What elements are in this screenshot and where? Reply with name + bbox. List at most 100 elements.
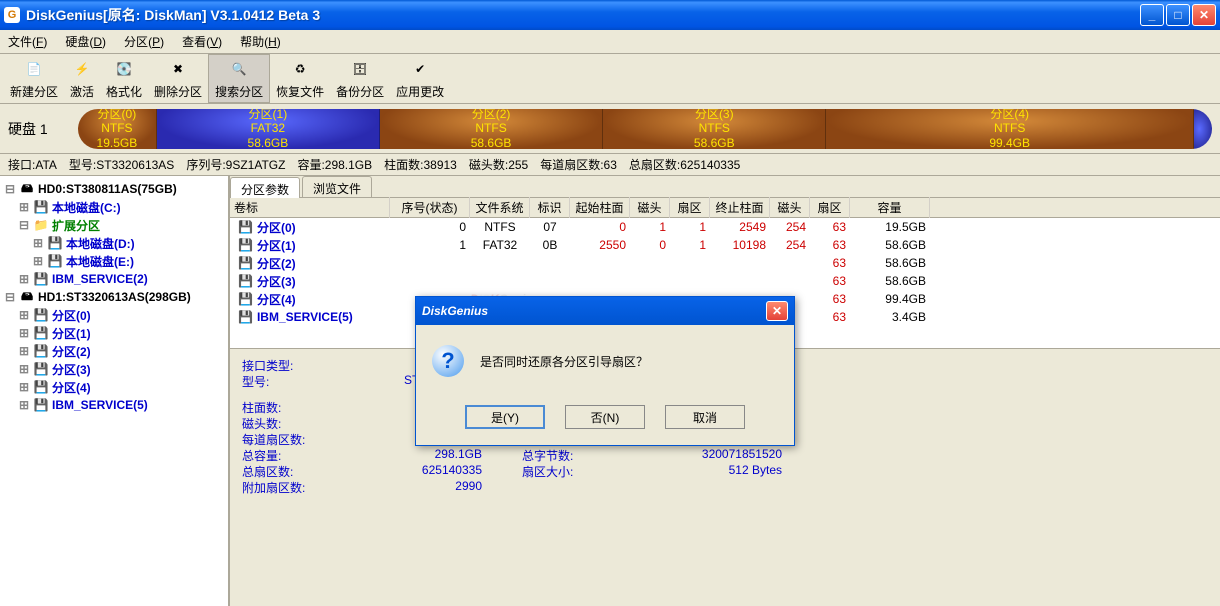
dialog-title: DiskGenius — [422, 304, 488, 318]
tree-hd0-c[interactable]: ⊞💾本地磁盘(C:) — [4, 198, 224, 216]
cylinder-cap — [1194, 109, 1212, 149]
partition-segment[interactable]: 分区(2)NTFS58.6GB — [380, 109, 603, 149]
col-head1[interactable]: 磁头 — [630, 197, 670, 218]
menu-help[interactable]: 帮助(H) — [240, 33, 281, 50]
tb-backup[interactable]: 🗄备份分区 — [330, 55, 390, 102]
backup-icon: 🗄 — [348, 57, 372, 81]
expander-icon[interactable]: ⊟ — [4, 182, 16, 196]
table-row[interactable]: 💾分区(1) 1 FAT32 0B 2550 0 1 10198 254 63 … — [230, 236, 1220, 254]
search-icon: 🔍 — [227, 57, 251, 81]
disk-map: 硬盘 1 分区(0)NTFS19.5GB分区(1)FAT3258.6GB分区(2… — [0, 104, 1220, 154]
dialog-cancel-button[interactable]: 取消 — [665, 405, 745, 429]
col-sec2[interactable]: 扇区 — [810, 197, 850, 218]
format-icon: 💽 — [112, 57, 136, 81]
table-row[interactable]: 💾分区(0) 0 NTFS 07 0 1 1 2549 254 63 19.5G… — [230, 218, 1220, 236]
dialog-close-button[interactable]: ✕ — [766, 301, 788, 321]
window-title: DiskGenius[原名: DiskMan] V3.1.0412 Beta 3 — [26, 5, 1140, 25]
status-bar: 接口:ATA 型号:ST3320613AS 序列号:9SZ1ATGZ 容量:29… — [0, 154, 1220, 176]
tb-activate[interactable]: ⚡激活 — [64, 55, 100, 102]
tb-new-partition[interactable]: 📄新建分区 — [4, 55, 64, 102]
tree-hd1-ibm[interactable]: ⊞💾IBM_SERVICE(5) — [4, 396, 224, 414]
tab-params[interactable]: 分区参数 — [230, 177, 300, 198]
apply-icon: ✔ — [408, 57, 432, 81]
col-start-cyl[interactable]: 起始柱面 — [570, 197, 630, 218]
sb-model: 型号:ST3320613AS — [69, 156, 174, 173]
tree-hd1-p0[interactable]: ⊞💾分区(0) — [4, 306, 224, 324]
partition-segment[interactable]: 分区(4)NTFS99.4GB — [826, 109, 1194, 149]
tree-hd0-ibm[interactable]: ⊞💾IBM_SERVICE(2) — [4, 270, 224, 288]
expander-icon[interactable]: ⊞ — [18, 272, 30, 286]
tb-search[interactable]: 🔍搜索分区 — [208, 54, 270, 103]
expander-icon[interactable]: ⊞ — [18, 200, 30, 214]
tab-browse[interactable]: 浏览文件 — [302, 176, 372, 197]
recover-icon: ♻ — [288, 57, 312, 81]
col-sec1[interactable]: 扇区 — [670, 197, 710, 218]
partition-segment[interactable]: 分区(0)NTFS19.5GB — [78, 109, 157, 149]
maximize-button[interactable]: □ — [1166, 4, 1190, 26]
sb-total-sectors: 总扇区数:625140335 — [629, 156, 740, 173]
menu-view[interactable]: 查看(V) — [182, 33, 222, 50]
sb-serial: 序列号:9SZ1ATGZ — [186, 156, 285, 173]
info-spt-label: 每道扇区数: — [242, 431, 342, 447]
drive-icon: 💾 — [47, 254, 63, 268]
menu-file[interactable]: 文件(F) — [8, 33, 47, 50]
expander-icon[interactable]: ⊞ — [18, 362, 30, 376]
dialog-titlebar[interactable]: DiskGenius ✕ — [416, 297, 794, 325]
partition-segment[interactable]: 分区(3)NTFS58.6GB — [603, 109, 826, 149]
tree-hd1-p2[interactable]: ⊞💾分区(2) — [4, 342, 224, 360]
info-addl-value: 2990 — [342, 479, 482, 495]
col-capacity[interactable]: 容量 — [850, 197, 930, 218]
info-heads-label: 磁头数: — [242, 415, 342, 431]
close-button[interactable]: ✕ — [1192, 4, 1216, 26]
tree-hd0[interactable]: ⊟🖴HD0:ST380811AS(75GB) — [4, 180, 224, 198]
col-head2[interactable]: 磁头 — [770, 197, 810, 218]
dialog-no-button[interactable]: 否(N) — [565, 405, 645, 429]
expander-icon[interactable]: ⊞ — [32, 254, 44, 268]
drive-icon: 💾 — [33, 344, 49, 358]
disk-icon: 🖴 — [19, 290, 35, 304]
disk-cylinder: 分区(0)NTFS19.5GB分区(1)FAT3258.6GB分区(2)NTFS… — [78, 109, 1212, 149]
tree-hd0-d[interactable]: ⊞💾本地磁盘(D:) — [4, 234, 224, 252]
tabs: 分区参数 浏览文件 — [230, 176, 1220, 198]
tb-delete[interactable]: ✖删除分区 — [148, 55, 208, 102]
tree-hd0-ext[interactable]: ⊟📁扩展分区 — [4, 216, 224, 234]
minimize-button[interactable]: _ — [1140, 4, 1164, 26]
info-addl-label: 附加扇区数: — [242, 479, 342, 495]
partition-segment[interactable]: 分区(1)FAT3258.6GB — [157, 109, 380, 149]
table-row[interactable]: 💾分区(2) 63 58.6GB — [230, 254, 1220, 272]
expander-icon[interactable]: ⊞ — [18, 326, 30, 340]
activate-icon: ⚡ — [70, 57, 94, 81]
disk-icon: 🖴 — [19, 182, 35, 196]
tb-apply[interactable]: ✔应用更改 — [390, 55, 450, 102]
menu-partition[interactable]: 分区(P) — [124, 33, 164, 50]
tree-panel[interactable]: ⊟🖴HD0:ST380811AS(75GB) ⊞💾本地磁盘(C:) ⊟📁扩展分区… — [0, 176, 230, 606]
drive-icon: 💾 — [33, 326, 49, 340]
col-label[interactable]: 卷标 — [230, 197, 390, 218]
info-cap-value: 298.1GB — [342, 447, 482, 463]
expander-icon[interactable]: ⊞ — [18, 398, 30, 412]
tree-hd1-p1[interactable]: ⊞💾分区(1) — [4, 324, 224, 342]
expander-icon[interactable]: ⊞ — [18, 380, 30, 394]
info-cyl-label: 柱面数: — [242, 399, 342, 415]
tree-hd1[interactable]: ⊟🖴HD1:ST3320613AS(298GB) — [4, 288, 224, 306]
tree-hd1-p4[interactable]: ⊞💾分区(4) — [4, 378, 224, 396]
tb-format[interactable]: 💽格式化 — [100, 55, 148, 102]
menu-disk[interactable]: 硬盘(D) — [65, 33, 106, 50]
tree-hd0-e[interactable]: ⊞💾本地磁盘(E:) — [4, 252, 224, 270]
expander-icon[interactable]: ⊟ — [18, 218, 30, 232]
col-id[interactable]: 标识 — [530, 197, 570, 218]
sb-interface: 接口:ATA — [8, 156, 57, 173]
col-end-cyl[interactable]: 终止柱面 — [710, 197, 770, 218]
expander-icon[interactable]: ⊟ — [4, 290, 16, 304]
col-seq[interactable]: 序号(状态) — [390, 197, 470, 218]
expander-icon[interactable]: ⊞ — [18, 308, 30, 322]
drive-icon: 💾 — [33, 272, 49, 286]
tree-hd1-p3[interactable]: ⊞💾分区(3) — [4, 360, 224, 378]
dialog-yes-button[interactable]: 是(Y) — [465, 405, 545, 429]
col-fs[interactable]: 文件系统 — [470, 197, 530, 218]
tb-recover[interactable]: ♻恢复文件 — [270, 55, 330, 102]
delete-icon: ✖ — [166, 57, 190, 81]
table-row[interactable]: 💾分区(3) 63 58.6GB — [230, 272, 1220, 290]
expander-icon[interactable]: ⊞ — [32, 236, 44, 250]
expander-icon[interactable]: ⊞ — [18, 344, 30, 358]
